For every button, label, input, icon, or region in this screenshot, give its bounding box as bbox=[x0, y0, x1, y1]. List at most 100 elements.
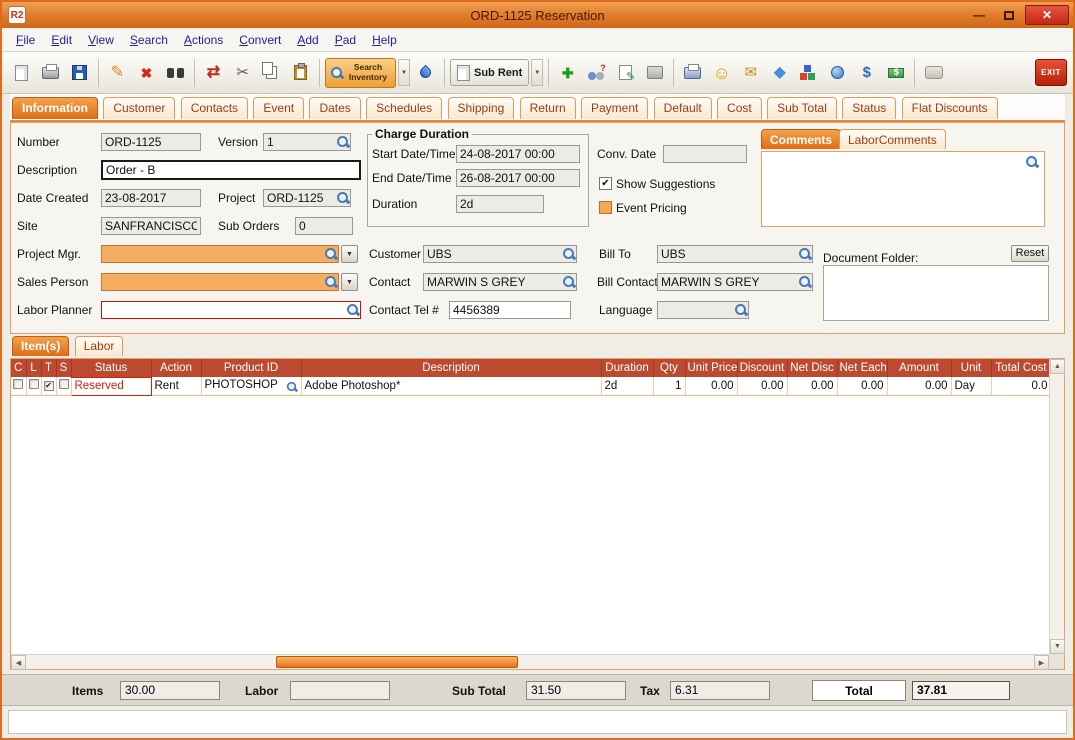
duration-field[interactable] bbox=[456, 195, 544, 213]
col-action[interactable]: Action bbox=[151, 359, 201, 377]
col-status[interactable]: Status bbox=[71, 359, 151, 377]
tab-labor-comments[interactable]: LaborComments bbox=[839, 129, 946, 149]
col-s[interactable]: S bbox=[56, 359, 71, 377]
tab-default[interactable]: Default bbox=[654, 97, 712, 119]
comments-textarea[interactable] bbox=[761, 151, 1045, 227]
event-pricing-checkbox[interactable] bbox=[599, 201, 612, 214]
menu-convert[interactable]: Convert bbox=[231, 30, 289, 50]
tab-dates[interactable]: Dates bbox=[309, 97, 360, 119]
col-unit-price[interactable]: Unit Price bbox=[685, 359, 737, 377]
t-checkbox[interactable] bbox=[44, 381, 54, 391]
package-button[interactable] bbox=[766, 59, 793, 86]
col-discount[interactable]: Discount bbox=[737, 359, 787, 377]
copy-button[interactable] bbox=[258, 59, 285, 86]
exit-button[interactable]: EXIT bbox=[1035, 59, 1067, 86]
col-product-id[interactable]: Product ID bbox=[201, 359, 301, 377]
col-t[interactable]: T bbox=[41, 359, 56, 377]
cell-l[interactable] bbox=[26, 377, 41, 395]
find-button[interactable] bbox=[162, 59, 189, 86]
tab-labor[interactable]: Labor bbox=[75, 336, 124, 356]
labor-total-field[interactable] bbox=[290, 681, 390, 700]
total-button[interactable]: Total bbox=[812, 680, 906, 701]
scroll-up-arrow[interactable] bbox=[1050, 359, 1065, 374]
menu-search[interactable]: Search bbox=[122, 30, 176, 50]
print-button[interactable] bbox=[37, 59, 64, 86]
col-qty[interactable]: Qty bbox=[653, 359, 685, 377]
col-duration[interactable]: Duration bbox=[601, 359, 653, 377]
col-unit[interactable]: Unit bbox=[951, 359, 991, 377]
sales-person-lookup-icon[interactable] bbox=[324, 275, 337, 288]
tab-schedules[interactable]: Schedules bbox=[366, 97, 442, 119]
comments-lookup-icon[interactable] bbox=[1025, 155, 1038, 168]
horizontal-scrollbar[interactable] bbox=[11, 654, 1049, 669]
project-mgr-lookup-icon[interactable] bbox=[324, 247, 337, 260]
tab-comments[interactable]: Comments bbox=[761, 129, 841, 149]
tab-information[interactable]: Information bbox=[12, 97, 98, 119]
menu-help[interactable]: Help bbox=[364, 30, 405, 50]
billing-button[interactable] bbox=[882, 59, 909, 86]
tab-return[interactable]: Return bbox=[520, 97, 576, 119]
contact-lookup-icon[interactable] bbox=[562, 275, 575, 288]
web-search-button[interactable] bbox=[412, 59, 439, 86]
contact-field[interactable] bbox=[423, 273, 577, 291]
sales-person-field[interactable] bbox=[101, 273, 339, 291]
convert-button[interactable] bbox=[200, 59, 227, 86]
total-field[interactable]: 37.81 bbox=[912, 681, 1010, 700]
bill-contact-lookup-icon[interactable] bbox=[798, 275, 811, 288]
cell-t[interactable] bbox=[41, 377, 56, 395]
horizontal-scroll-thumb[interactable] bbox=[276, 656, 518, 668]
col-net-each[interactable]: Net Each bbox=[837, 359, 887, 377]
menu-file[interactable]: File bbox=[8, 30, 43, 50]
maximize-button[interactable] bbox=[995, 5, 1023, 25]
version-lookup-icon[interactable] bbox=[336, 135, 349, 148]
edit-button[interactable] bbox=[104, 59, 131, 86]
pad-button[interactable] bbox=[641, 59, 668, 86]
notes-button[interactable] bbox=[612, 59, 639, 86]
search-inventory-button[interactable]: Search Inventory bbox=[325, 58, 396, 88]
sub-orders-field[interactable] bbox=[295, 217, 353, 235]
tab-event[interactable]: Event bbox=[253, 97, 304, 119]
start-field[interactable] bbox=[456, 145, 580, 163]
s-checkbox[interactable] bbox=[59, 379, 69, 389]
search-inventory-dropdown[interactable] bbox=[398, 59, 410, 86]
fax-button[interactable] bbox=[679, 59, 706, 86]
bill-to-lookup-icon[interactable] bbox=[798, 247, 811, 260]
tab-payment[interactable]: Payment bbox=[581, 97, 648, 119]
col-total-cost[interactable]: Total Cost bbox=[991, 359, 1049, 377]
product-lookup-icon[interactable] bbox=[285, 381, 296, 392]
tax-field[interactable]: 6.31 bbox=[670, 681, 770, 700]
paste-button[interactable] bbox=[287, 59, 314, 86]
bill-to-field[interactable] bbox=[657, 245, 813, 263]
document-folder-box[interactable] bbox=[823, 265, 1049, 321]
sub-rent-dropdown[interactable] bbox=[531, 59, 543, 86]
reset-button[interactable]: Reset bbox=[1011, 245, 1049, 262]
tab-status[interactable]: Status bbox=[842, 97, 896, 119]
scroll-left-arrow[interactable] bbox=[11, 655, 26, 670]
contact-tel-field[interactable] bbox=[449, 301, 571, 319]
web-order-button[interactable] bbox=[824, 59, 851, 86]
show-suggestions-checkbox[interactable] bbox=[599, 177, 612, 190]
project-mgr-field[interactable] bbox=[101, 245, 339, 263]
menu-actions[interactable]: Actions bbox=[176, 30, 231, 50]
save-button[interactable] bbox=[66, 59, 93, 86]
description-field[interactable] bbox=[101, 160, 361, 180]
menu-edit[interactable]: Edit bbox=[43, 30, 80, 50]
close-button[interactable] bbox=[1025, 5, 1069, 25]
items-total-field[interactable]: 30.00 bbox=[120, 681, 220, 700]
sub-total-field[interactable]: 31.50 bbox=[526, 681, 626, 700]
sub-rent-button[interactable]: Sub Rent bbox=[450, 59, 529, 86]
menu-view[interactable]: View bbox=[80, 30, 122, 50]
reports-button[interactable] bbox=[795, 59, 822, 86]
labor-planner-field[interactable] bbox=[101, 301, 361, 319]
site-field[interactable] bbox=[101, 217, 201, 235]
comment-button[interactable] bbox=[920, 59, 947, 86]
bill-contact-field[interactable] bbox=[657, 273, 813, 291]
col-description[interactable]: Description bbox=[301, 359, 601, 377]
menu-add[interactable]: Add bbox=[289, 30, 326, 50]
date-created-field[interactable] bbox=[101, 189, 201, 207]
tab-cost[interactable]: Cost bbox=[717, 97, 762, 119]
tab-shipping[interactable]: Shipping bbox=[448, 97, 515, 119]
tab-flat-discounts[interactable]: Flat Discounts bbox=[902, 97, 998, 119]
customer-field[interactable] bbox=[423, 245, 577, 263]
customer-smiley-button[interactable] bbox=[708, 59, 735, 86]
